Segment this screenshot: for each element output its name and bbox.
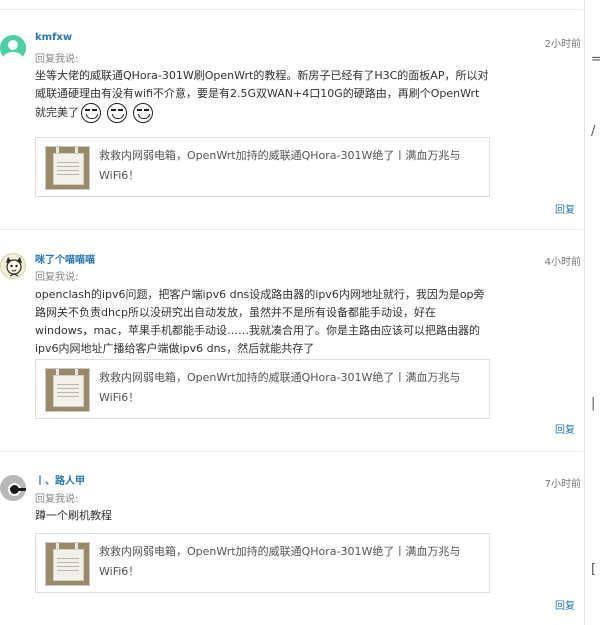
article-thumbnail xyxy=(45,368,90,412)
comment-text: openclash的ipv6问题，把客户端ipv6 dns设成路由器的ipv6内… xyxy=(35,288,485,355)
comment-content: openclash的ipv6问题，把客户端ipv6 dns设成路由器的ipv6内… xyxy=(35,286,490,358)
comment-content: 坐等大佬的威联通QHora-301W刷OpenWrt的教程。新房子已经有了H3C… xyxy=(35,67,490,123)
reply-button[interactable]: 回复 xyxy=(555,201,575,216)
reply-to-label: 回复我说: xyxy=(35,54,79,65)
sidebar-edge-glyph: = xyxy=(591,52,600,67)
reply-button[interactable]: 回复 xyxy=(555,597,575,612)
article-link-title[interactable]: 救救内网弱电箱，OpenWrt加持的威联通QHora-301W绝了丨满血万兆与W… xyxy=(99,146,479,186)
comment-username[interactable]: 丨、路人甲 xyxy=(35,472,85,487)
laughing-face-icon xyxy=(81,103,101,123)
comment-divider xyxy=(0,229,583,230)
comment-text: 蹲一个刷机教程 xyxy=(35,509,112,522)
sidebar-edge-glyph: [ xyxy=(591,562,597,577)
emoji-group xyxy=(81,103,159,123)
comment-time: 4小时前 xyxy=(544,257,581,268)
comment-divider xyxy=(0,451,583,452)
article-link-card[interactable]: 救救内网弱电箱，OpenWrt加持的威联通QHora-301W绝了丨满血万兆与W… xyxy=(35,359,490,419)
top-divider xyxy=(0,9,583,10)
sidebar-edge-glyph: / xyxy=(591,124,596,139)
reply-button[interactable]: 回复 xyxy=(555,421,575,436)
article-link-title[interactable]: 救救内网弱电箱，OpenWrt加持的威联通QHora-301W绝了丨满血万兆与W… xyxy=(99,542,479,582)
article-thumbnail xyxy=(45,146,90,190)
laughing-face-icon xyxy=(107,103,127,123)
comment-time: 2小时前 xyxy=(544,39,581,50)
user-silhouette-icon xyxy=(8,40,18,50)
avatar[interactable] xyxy=(0,253,26,279)
comment-time: 7小时前 xyxy=(544,479,581,490)
article-link-card[interactable]: 救救内网弱电箱，OpenWrt加持的威联通QHora-301W绝了丨满血万兆与W… xyxy=(35,533,490,593)
comment-username[interactable]: 咪了个喵喵喵 xyxy=(35,251,95,266)
article-link-title[interactable]: 救救内网弱电箱，OpenWrt加持的威联通QHora-301W绝了丨满血万兆与W… xyxy=(99,368,479,408)
comment-content: 蹲一个刷机教程 xyxy=(35,507,490,525)
sidebar-boundary xyxy=(584,0,585,625)
article-thumbnail xyxy=(45,542,90,586)
comment-username[interactable]: kmfxw xyxy=(35,32,72,43)
reply-to-label: 回复我说: xyxy=(35,272,79,283)
avatar[interactable] xyxy=(0,475,26,501)
avatar[interactable] xyxy=(0,35,26,61)
article-link-card[interactable]: 救救内网弱电箱，OpenWrt加持的威联通QHora-301W绝了丨满血万兆与W… xyxy=(35,137,490,197)
reply-to-label: 回复我说: xyxy=(35,494,79,505)
cat-face-icon xyxy=(6,257,22,277)
sidebar-edge-glyph: | xyxy=(591,396,596,411)
laughing-face-icon xyxy=(133,103,153,123)
